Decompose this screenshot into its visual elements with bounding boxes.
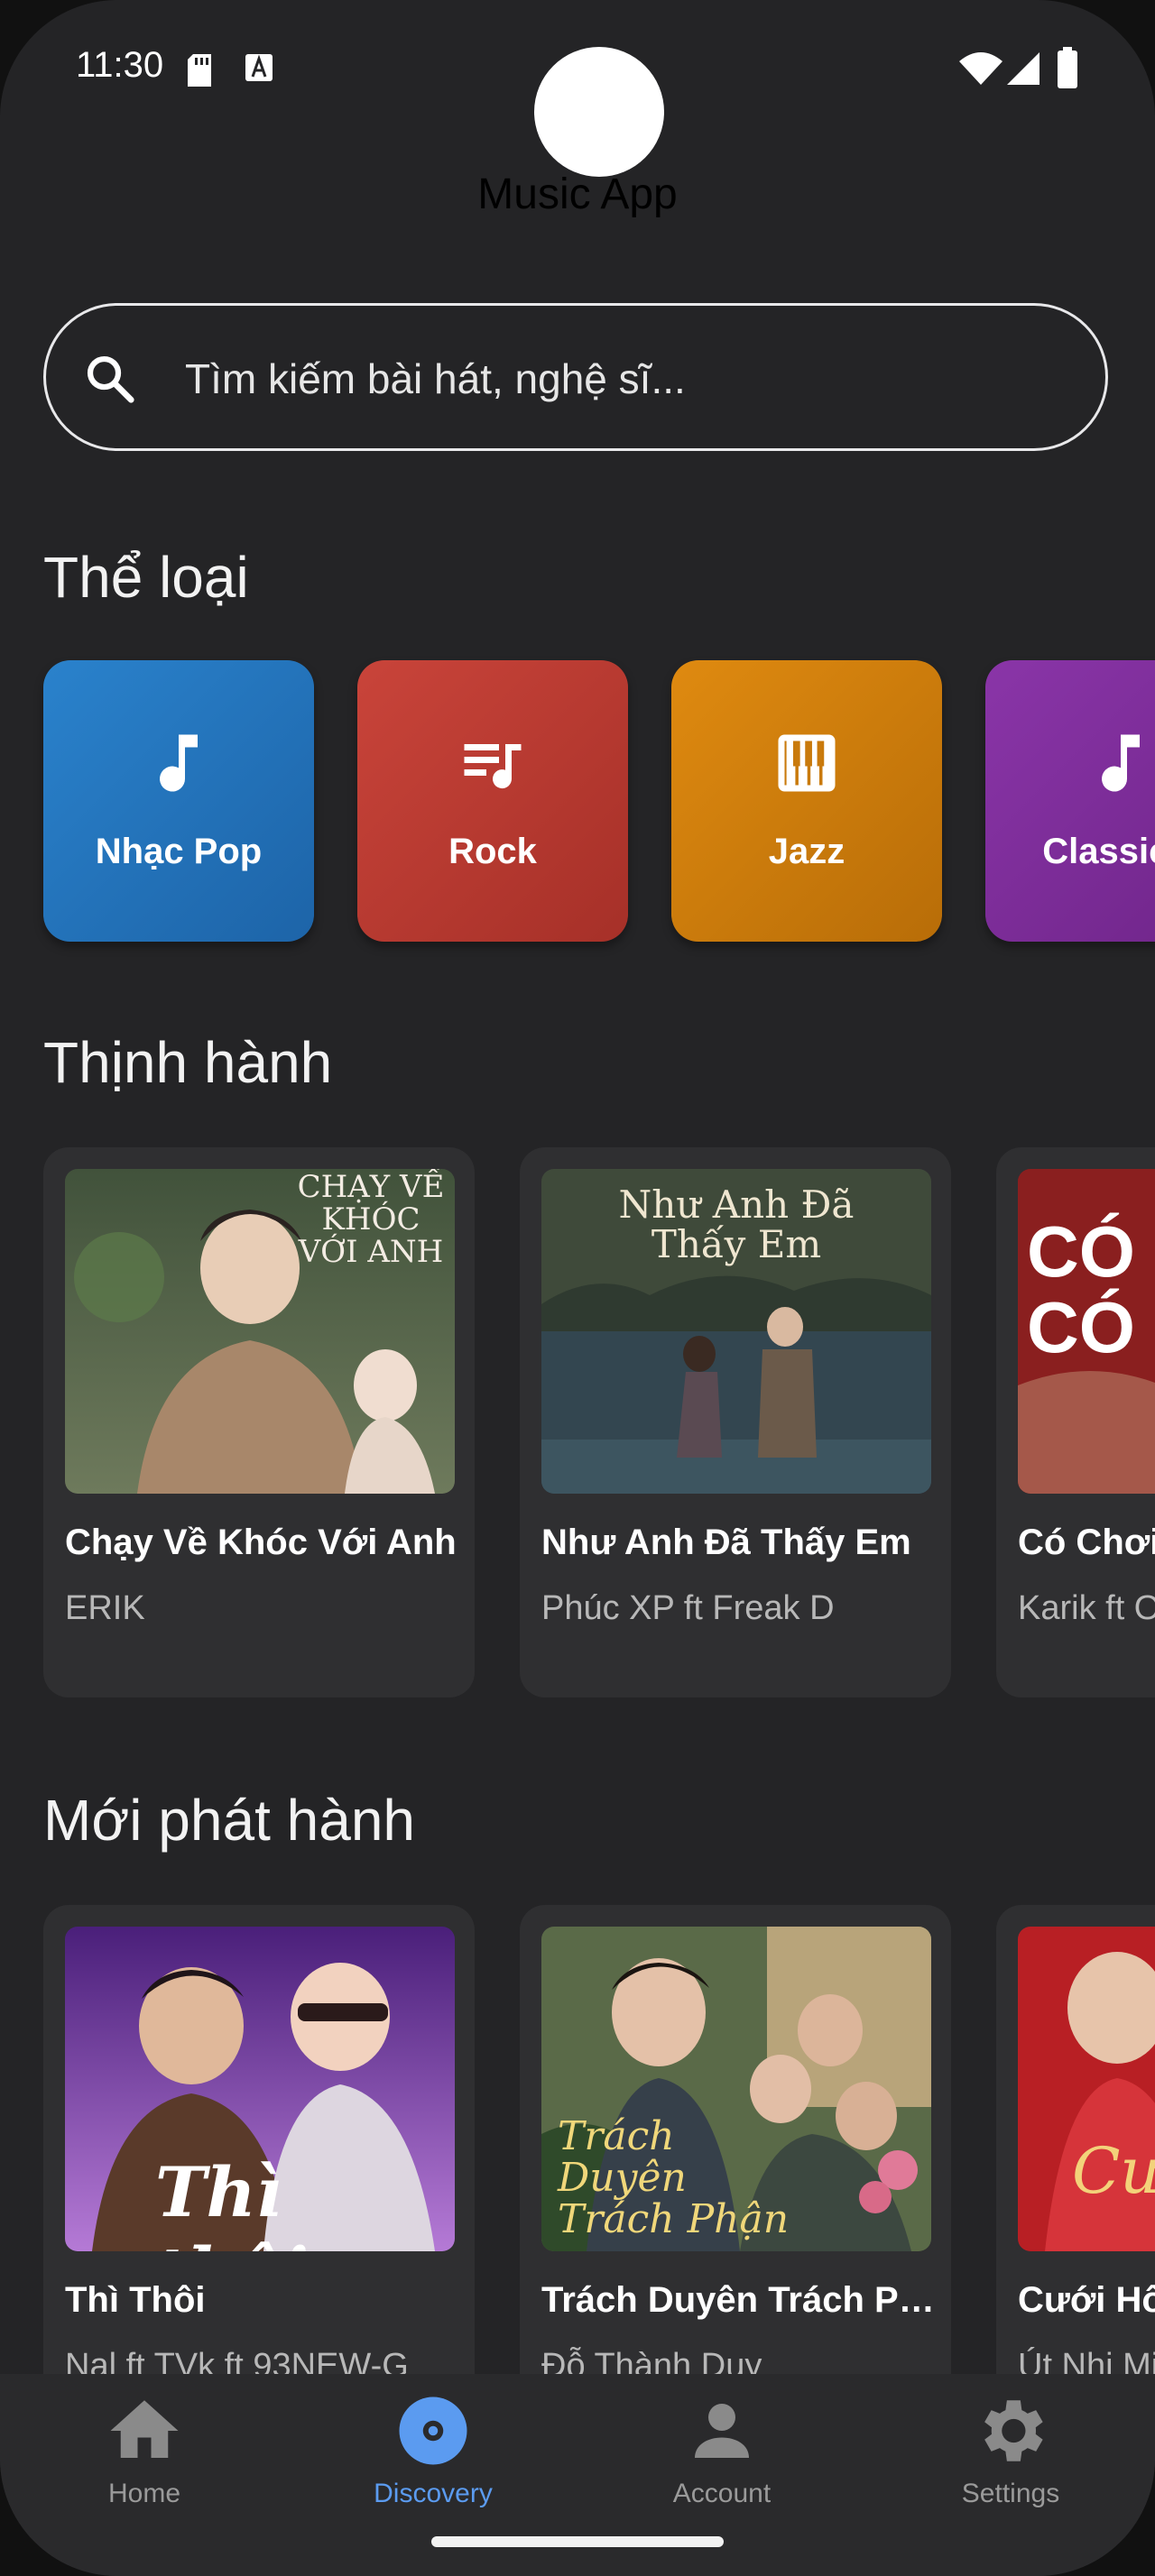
home-indicator[interactable] — [431, 2536, 724, 2547]
search-input[interactable]: Tìm kiếm bài hát, nghệ sĩ... — [43, 303, 1108, 451]
song-title: Trách Duyên Trách Phận — [541, 2280, 935, 2320]
search-placeholder: Tìm kiếm bài hát, nghệ sĩ... — [185, 355, 686, 402]
discovery-icon — [399, 2397, 467, 2465]
nav-label: Account — [672, 2479, 772, 2508]
nav-label: Discovery — [374, 2479, 493, 2508]
nav-discovery[interactable]: Discovery — [289, 2374, 578, 2509]
category-label: Nhạc Pop — [95, 832, 263, 871]
account-icon — [695, 2404, 749, 2458]
album-art-text: Như Anh Đã Thấy Em — [618, 1182, 855, 1266]
status-bar: 11:30 — [0, 0, 1155, 177]
album-art: Cưới — [1018, 1927, 1155, 2251]
music-note-icon — [160, 734, 198, 792]
queue-music-icon — [464, 744, 522, 789]
song-card[interactable]: Trách Duyên Trách Phận Trách Duyên Trách… — [520, 1905, 951, 2455]
nav-home[interactable]: Home — [0, 2374, 289, 2509]
sd-card-icon — [188, 54, 211, 87]
category-rock[interactable]: Rock — [357, 660, 628, 942]
song-artist: ERIK — [65, 1589, 145, 1627]
nav-account[interactable]: Account — [578, 2374, 866, 2509]
cellular-signal-icon — [1007, 52, 1040, 85]
album-art: CÓ CHƠI CÓ CHỊU — [1018, 1169, 1155, 1494]
song-title: Cưới Hông Chốt Nha — [1018, 2280, 1155, 2320]
category-label: Rock — [448, 832, 537, 871]
song-title: Thì Thôi — [65, 2280, 206, 2320]
album-art: Như Anh Đã Thấy Em — [541, 1169, 931, 1494]
front-camera — [534, 47, 664, 177]
nav-settings[interactable]: Settings — [866, 2374, 1155, 2509]
song-artist: Karik ft Only C — [1018, 1589, 1155, 1627]
category-jazz[interactable]: Jazz — [671, 660, 942, 942]
wifi-icon — [959, 52, 1003, 85]
album-art-text: Cưới — [1072, 2134, 1155, 2208]
album-art-text: Thì thôi — [155, 2152, 309, 2251]
song-artist: Phúc XP ft Freak D — [541, 1589, 835, 1627]
song-title: Có Chơi Có Chịu — [1018, 1523, 1155, 1562]
phone-screen: 11:30 Music App Tìm kiếm bài hát, nghệ s… — [0, 0, 1155, 2576]
nav-label: Settings — [961, 2479, 1060, 2508]
song-card[interactable]: Thì thôi Thì Thôi Nal ft TVk ft 93NEW-G — [43, 1905, 475, 2455]
song-card[interactable]: CÓ CHƠI CÓ CHỊU Có Chơi Có Chịu Karik ft… — [996, 1147, 1155, 1697]
nav-label: Home — [107, 2479, 181, 2508]
song-card[interactable]: Cưới Cưới Hông Chốt Nha Út Nhị Mino — [996, 1905, 1155, 2455]
category-classical[interactable]: Classical — [985, 660, 1155, 942]
album-art: Thì thôi — [65, 1927, 455, 2251]
piano-icon — [778, 734, 836, 792]
song-title: Chạy Về Khóc Với Anh — [65, 1523, 457, 1562]
song-card[interactable]: CHẠY VỀ KHÓC VỚI ANH Chạy Về Khóc Với An… — [43, 1147, 475, 1697]
section-title-categories: Thể loại — [43, 545, 249, 610]
album-art-text: Trách Duyên Trách Phận — [558, 2113, 790, 2242]
battery-icon — [1058, 47, 1077, 88]
section-title-new-releases: Mới phát hành — [43, 1788, 415, 1853]
category-label: Classical — [1042, 832, 1155, 871]
status-time: 11:30 — [76, 45, 164, 85]
music-note-icon — [1102, 734, 1140, 792]
category-label: Jazz — [768, 832, 845, 871]
section-title-trending: Thịnh hành — [43, 1030, 333, 1095]
app-title: Music App — [477, 170, 678, 218]
song-title: Như Anh Đã Thấy Em — [541, 1523, 911, 1562]
category-pop[interactable]: Nhạc Pop — [43, 660, 314, 942]
search-icon — [87, 355, 134, 403]
song-card[interactable]: Như Anh Đã Thấy Em Như Anh Đã Thấy Em Ph… — [520, 1147, 951, 1697]
album-art: Trách Duyên Trách Phận — [541, 1927, 931, 2251]
home-icon — [110, 2400, 179, 2458]
settings-icon — [984, 2400, 1043, 2461]
category-list: Nhạc Pop Rock Jazz Classical — [43, 660, 1155, 942]
trending-list: CHẠY VỀ KHÓC VỚI ANH Chạy Về Khóc Với An… — [43, 1147, 1155, 1697]
album-art-text: CÓ CHƠI CÓ CHỊU — [1027, 1211, 1155, 1367]
album-art-text: CHẠY VỀ KHÓC VỚI ANH — [297, 1169, 445, 1270]
album-art: CHẠY VỀ KHÓC VỚI ANH — [65, 1169, 455, 1494]
font-accessibility-icon — [245, 54, 273, 81]
new-releases-list: Thì thôi Thì Thôi Nal ft TVk ft 93NEW-G — [43, 1905, 1155, 2455]
